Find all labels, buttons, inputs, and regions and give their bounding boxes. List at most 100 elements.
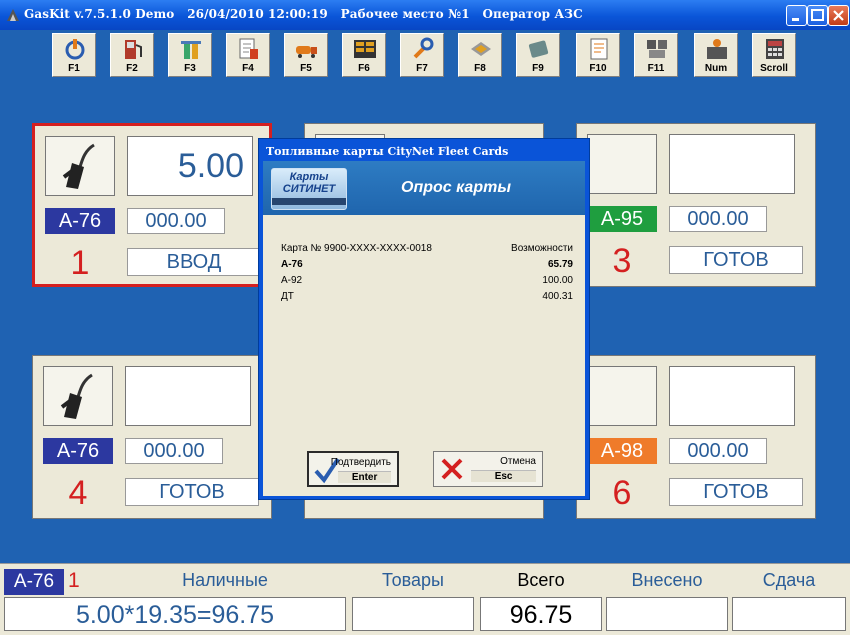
fuel-grade: А-76 xyxy=(45,208,115,234)
pump-panel-3[interactable]: А-95 000.00 3 ГОТОВ xyxy=(576,123,816,287)
limit-fuel: ДТ xyxy=(281,291,294,302)
f7-button[interactable]: F7 xyxy=(400,33,444,77)
pump-number: 3 xyxy=(612,242,632,280)
f2-button[interactable]: F2 xyxy=(110,33,154,77)
report-icon xyxy=(590,38,608,60)
total-header: Всего xyxy=(517,570,565,590)
card-icon xyxy=(528,40,549,58)
nozzle-button[interactable] xyxy=(43,366,113,426)
card-info-row: Карта № 9900-XXXX-XXXX-0018 Возможности xyxy=(281,243,573,259)
pump-number: 1 xyxy=(70,244,90,282)
cancel-key: Esc xyxy=(471,470,536,482)
citynet-logo: Карты СИТИНЕТ xyxy=(271,168,347,210)
pump-station-icon xyxy=(181,41,201,59)
f7-label: F7 xyxy=(416,63,428,74)
selected-fuel: А-76 xyxy=(4,569,64,595)
minimize-icon xyxy=(792,18,799,21)
nozzle-button[interactable] xyxy=(587,134,657,194)
pump-status: ВВОД xyxy=(127,248,261,276)
amount-display xyxy=(125,366,251,426)
transaction-bar: А-76 1 Наличные Товары Всего Внесено Сда… xyxy=(0,563,850,635)
volume-display: 000.00 xyxy=(127,208,225,234)
f4-button[interactable]: F4 xyxy=(226,33,270,77)
fuel-grade: А-98 xyxy=(587,438,657,464)
window-title: GasKit v.7.5.1.0 Demo 26/04/2010 12:00:1… xyxy=(24,7,583,21)
f5-label: F5 xyxy=(300,63,312,74)
selected-pump: 1 xyxy=(68,569,80,592)
amount-display: 5.00 xyxy=(127,136,253,196)
logo-line-1: Карты xyxy=(289,171,329,183)
amount-display xyxy=(669,366,795,426)
f9-label: F9 xyxy=(532,63,544,74)
limit-row: А-76 65.79 xyxy=(281,259,573,275)
nozzle-button[interactable] xyxy=(45,136,115,196)
pump-status: ГОТОВ xyxy=(125,478,259,506)
close-button[interactable] xyxy=(828,5,849,26)
change-header: Сдача xyxy=(762,570,816,590)
dialog-body: Карты СИТИНЕТ Опрос карты Карта № 9900-X… xyxy=(263,161,585,496)
fleet-card-dialog: Топливные карты CityNet Fleet Cards Карт… xyxy=(258,138,590,500)
confirm-key: Enter xyxy=(338,471,391,483)
close-icon xyxy=(833,10,844,21)
fuel-pump-icon xyxy=(125,40,142,59)
title-bar: GasKit v.7.5.1.0 Demo 26/04/2010 12:00:1… xyxy=(0,0,850,30)
function-toolbar: F1 F2 F3 F4 F5 F6 F7 F8 F9 F10 F11 Num S… xyxy=(0,30,850,82)
paid-field[interactable] xyxy=(606,597,728,631)
confirm-button[interactable]: Подтвердить Enter xyxy=(307,451,399,487)
pump-panel-4[interactable]: А-76 000.00 4 ГОТОВ xyxy=(32,355,272,519)
volume-display: 000.00 xyxy=(669,438,767,464)
f8-button[interactable]: F8 xyxy=(458,33,502,77)
capabilities-label: Возможности xyxy=(511,243,573,254)
f11-button[interactable]: F11 xyxy=(634,33,678,77)
pump-status: ГОТОВ xyxy=(669,246,803,274)
f9-button[interactable]: F9 xyxy=(516,33,560,77)
f1-label: F1 xyxy=(68,63,80,74)
nozzle-button[interactable] xyxy=(587,366,657,426)
maximize-button[interactable] xyxy=(807,5,828,26)
fuel-nozzle-icon xyxy=(62,143,95,189)
limit-fuel: А-92 xyxy=(281,275,303,286)
volume-display: 000.00 xyxy=(669,206,767,232)
f8-label: F8 xyxy=(474,63,486,74)
total-field: 96.75 xyxy=(480,597,602,631)
cash-calculation: 5.00*19.35=96.75 xyxy=(4,597,346,631)
f1-button[interactable]: F1 xyxy=(52,33,96,77)
power-refresh-icon xyxy=(65,39,85,60)
pump-number: 4 xyxy=(68,474,88,512)
pump-status: ГОТОВ xyxy=(669,478,803,506)
amount-display xyxy=(669,134,795,194)
f3-button[interactable]: F3 xyxy=(168,33,212,77)
f11-label: F11 xyxy=(647,63,665,74)
pump-panel-1[interactable]: 5.00 А-76 000.00 1 ВВОД xyxy=(32,123,272,287)
fuel-nozzle-icon xyxy=(60,373,93,419)
limit-row: А-92 100.00 xyxy=(281,275,573,291)
dialog-heading: Опрос карты xyxy=(401,179,511,196)
dialog-header: Карты СИТИНЕТ Опрос карты xyxy=(263,161,585,215)
cancel-button[interactable]: Отмена Esc xyxy=(433,451,543,487)
limit-row: ДТ 400.31 xyxy=(281,291,573,307)
volume-display: 000.00 xyxy=(125,438,223,464)
f6-button[interactable]: F6 xyxy=(342,33,386,77)
fuel-grade: А-76 xyxy=(43,438,113,464)
f2-label: F2 xyxy=(126,63,138,74)
f10-button[interactable]: F10 xyxy=(576,33,620,77)
wrench-settings-icon xyxy=(413,37,434,59)
f5-button[interactable]: F5 xyxy=(284,33,328,77)
limit-value: 100.00 xyxy=(542,275,573,286)
scroll-button[interactable]: Scroll xyxy=(752,33,796,77)
goods-header: Товары xyxy=(382,570,444,590)
goods-field[interactable] xyxy=(352,597,474,631)
maximize-icon xyxy=(811,9,824,21)
printer-icon xyxy=(647,40,667,58)
counters-icon xyxy=(354,40,376,58)
calculator-icon xyxy=(766,39,784,59)
card-stripe xyxy=(272,198,346,205)
num-button[interactable]: Num xyxy=(694,33,738,77)
pump-panel-6[interactable]: А-98 000.00 6 ГОТОВ xyxy=(576,355,816,519)
minimize-button[interactable] xyxy=(786,5,807,26)
confirm-label: Подтвердить xyxy=(330,457,391,468)
f4-label: F4 xyxy=(242,63,254,74)
scroll-label: Scroll xyxy=(760,63,788,74)
pump-number: 6 xyxy=(612,474,632,512)
app-icon xyxy=(7,9,19,21)
